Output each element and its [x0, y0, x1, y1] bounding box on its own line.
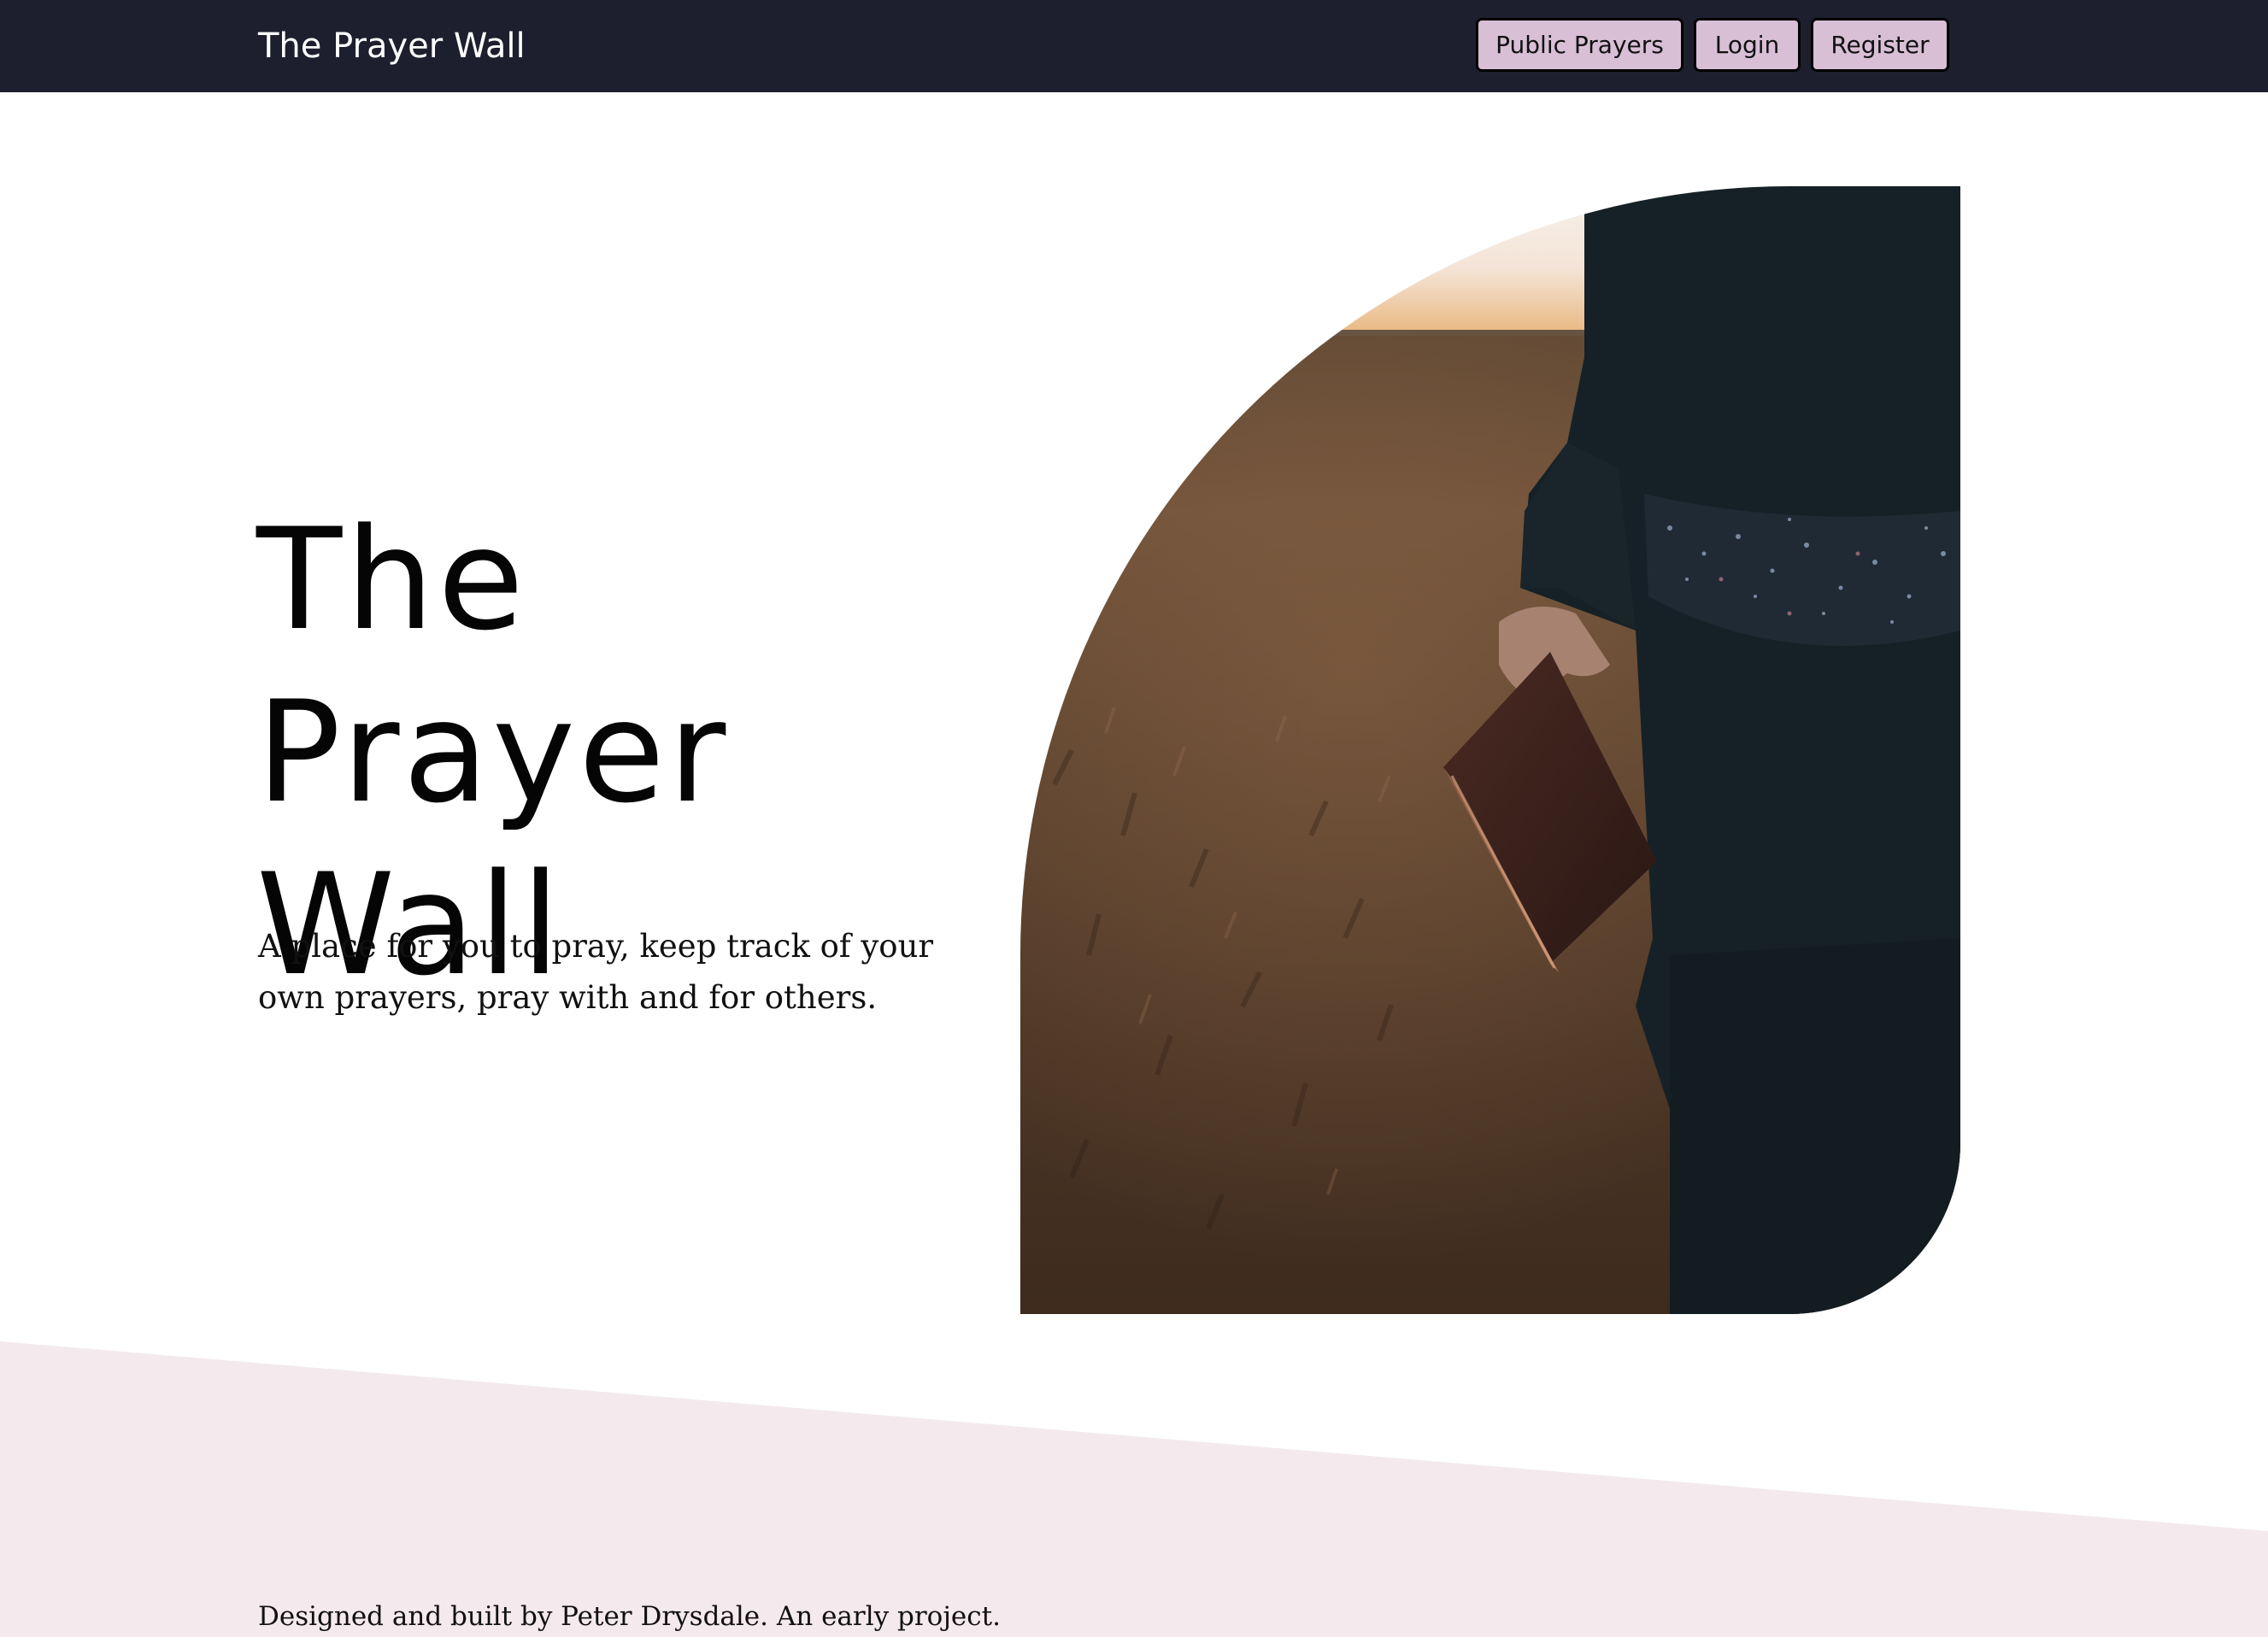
footer-credit: Designed and built by Peter Drysdale. An… — [258, 1601, 1001, 1632]
hero-description: A place for you to pray, keep track of y… — [258, 928, 934, 1016]
register-button[interactable]: Register — [1811, 18, 1949, 72]
hero-image — [1020, 186, 1960, 1314]
public-prayers-button[interactable]: Public Prayers — [1476, 18, 1683, 72]
top-navbar: The Prayer Wall Public Prayers Login Reg… — [0, 0, 2268, 92]
login-button[interactable]: Login — [1694, 18, 1801, 72]
hero-title-line-1: The Prayer — [256, 498, 730, 834]
brand-link[interactable]: The Prayer Wall — [258, 0, 526, 92]
footer-background — [0, 1341, 2268, 1637]
